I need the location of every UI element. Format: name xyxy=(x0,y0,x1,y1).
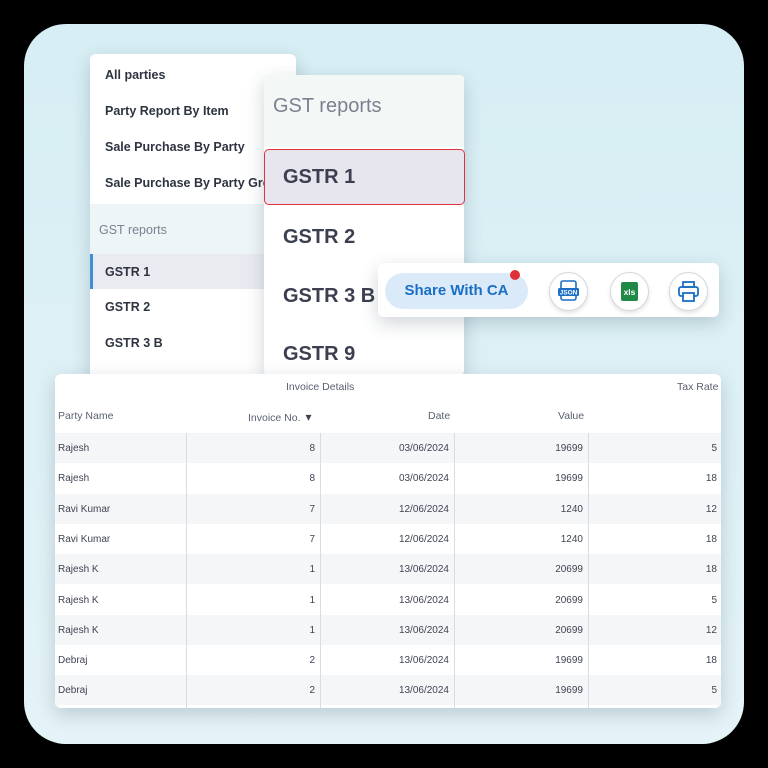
gst-option-gstr1[interactable]: GSTR 1 xyxy=(264,149,465,205)
invoice-no-cell: 7 xyxy=(309,533,315,545)
date-cell: 13/06/2024 xyxy=(398,655,449,667)
notification-dot xyxy=(510,270,520,280)
table-row[interactable]: Rajesh 8 03/06/2024 19699 18 xyxy=(55,463,721,493)
tax-rate-cell: 18 xyxy=(705,473,717,485)
column-divider xyxy=(186,433,187,708)
party-name-cell: Rajesh xyxy=(58,473,90,485)
party-name-cell: Debraj xyxy=(58,655,88,667)
table-row[interactable]: Ravi Kumar 7 12/06/2024 1240 18 xyxy=(55,524,721,554)
invoice-no-cell: 2 xyxy=(309,685,315,697)
tax-rate-header[interactable]: Tax Rate xyxy=(677,381,718,393)
gst-option-label: GSTR 3 B xyxy=(283,285,376,307)
column-divider xyxy=(320,433,321,708)
json-file-icon: JSON xyxy=(558,280,579,301)
menu-section-label: GST reports xyxy=(99,223,167,237)
sort-down-icon: ▾ xyxy=(305,410,312,424)
date-cell: 03/06/2024 xyxy=(398,443,449,454)
party-name-header[interactable]: Party Name xyxy=(58,410,113,422)
tax-rate-cell: 5 xyxy=(711,443,717,454)
party-name-cell: Rajesh xyxy=(58,443,90,454)
party-name-cell: Ravi Kumar xyxy=(58,503,111,515)
printer-icon xyxy=(678,281,699,302)
tax-rate-cell: 5 xyxy=(711,594,717,606)
gst-option-gstr2[interactable]: GSTR 2 xyxy=(264,208,464,266)
invoice-table: Invoice Details Tax Rate Party Name Invo… xyxy=(55,374,721,708)
table-row[interactable]: Rajesh K 1 13/06/2024 20699 18 xyxy=(55,554,721,585)
excel-file-icon: xls xyxy=(621,282,638,301)
date-cell: 03/06/2024 xyxy=(398,473,449,485)
value-cell: 19699 xyxy=(555,473,583,485)
value-cell: 20699 xyxy=(555,624,583,636)
value-cell: 19699 xyxy=(555,443,583,454)
invoice-details-header: Invoice Details xyxy=(286,381,355,393)
menu-sub-label: GSTR 2 xyxy=(105,300,151,314)
tax-rate-cell: 18 xyxy=(705,533,717,545)
column-divider xyxy=(454,433,455,708)
invoice-no-header[interactable]: Invoice No. ▾ xyxy=(248,410,311,424)
value-cell: 20699 xyxy=(555,564,583,576)
xls-icon-text: xls xyxy=(624,287,636,297)
invoice-no-cell: 1 xyxy=(309,564,315,576)
date-cell: 13/06/2024 xyxy=(398,564,449,576)
tax-rate-cell: 12 xyxy=(705,503,717,515)
table-row[interactable]: Rajesh K 1 13/06/2024 20699 12 xyxy=(55,614,721,645)
table-row[interactable]: Rajesh 8 03/06/2024 19699 5 xyxy=(55,433,721,463)
export-json-button[interactable]: JSON xyxy=(549,272,588,311)
table-row[interactable]: Debraj 2 13/06/2024 19699 18 xyxy=(55,645,721,675)
table-row[interactable]: Debraj 2 13/06/2024 19699 5 xyxy=(55,675,721,706)
date-cell: 13/06/2024 xyxy=(398,685,449,697)
invoice-no-label: Invoice No. xyxy=(248,412,301,424)
share-with-ca-button[interactable]: Share With CA xyxy=(385,273,528,309)
gst-popup-title: GST reports xyxy=(273,95,382,117)
tax-rate-cell: 5 xyxy=(711,685,717,697)
date-header[interactable]: Date xyxy=(428,410,450,422)
invoice-no-cell: 7 xyxy=(309,503,315,515)
party-name-cell: Rajesh K xyxy=(58,594,99,606)
value-cell: 19699 xyxy=(555,655,583,667)
table-row[interactable]: Rajesh K 1 13/06/2024 20699 5 xyxy=(55,585,721,615)
gst-option-label: GSTR 1 xyxy=(283,166,356,188)
date-cell: 13/06/2024 xyxy=(398,624,449,636)
tax-rate-cell: 12 xyxy=(705,624,717,636)
gst-option-label: GSTR 9 xyxy=(283,343,356,365)
invoice-no-cell: 2 xyxy=(309,655,315,667)
menu-sub-label: GSTR 1 xyxy=(105,265,151,279)
tax-rate-cell: 18 xyxy=(705,564,717,576)
value-header[interactable]: Value xyxy=(558,410,584,422)
export-toolbar: Share With CA JSON xls xyxy=(378,263,719,317)
value-cell: 1240 xyxy=(560,533,583,545)
gst-option-label: GSTR 2 xyxy=(283,226,356,248)
party-name-cell: Ravi Kumar xyxy=(58,533,111,545)
column-divider xyxy=(588,433,589,708)
invoice-no-cell: 1 xyxy=(309,624,315,636)
menu-item-party-report-by-item[interactable]: Party Report By Item xyxy=(105,104,229,118)
party-name-cell: Rajesh K xyxy=(58,564,99,576)
party-name-cell: Debraj xyxy=(58,685,88,697)
party-name-cell: Rajesh K xyxy=(58,624,99,636)
value-cell: 20699 xyxy=(555,594,583,606)
date-cell: 13/06/2024 xyxy=(398,594,449,606)
gst-reports-popup: GST reports GSTR 1 GSTR 2 GSTR 3 B GSTR … xyxy=(264,75,465,375)
value-cell: 19699 xyxy=(555,685,583,697)
invoice-no-cell: 8 xyxy=(309,473,315,485)
print-button[interactable] xyxy=(669,272,708,311)
tax-rate-cell: 18 xyxy=(705,655,717,667)
menu-item-sale-purchase-by-party[interactable]: Sale Purchase By Party xyxy=(105,140,245,154)
value-cell: 1240 xyxy=(560,503,583,515)
menu-sub-label: GSTR 3 B xyxy=(105,336,163,350)
table-row[interactable]: Ravi Kumar 7 12/06/2024 1240 12 xyxy=(55,493,721,524)
date-cell: 12/06/2024 xyxy=(398,503,449,515)
json-icon-text: JSON xyxy=(560,290,578,297)
invoice-no-cell: 1 xyxy=(309,594,315,606)
menu-item-sale-purchase-by-party-group[interactable]: Sale Purchase By Party Group xyxy=(105,176,286,190)
export-xls-button[interactable]: xls xyxy=(610,272,649,311)
date-cell: 12/06/2024 xyxy=(398,533,449,545)
menu-item-all-parties[interactable]: All parties xyxy=(105,68,165,82)
invoice-no-cell: 8 xyxy=(309,443,315,454)
gst-popup-header: GST reports xyxy=(264,75,464,147)
